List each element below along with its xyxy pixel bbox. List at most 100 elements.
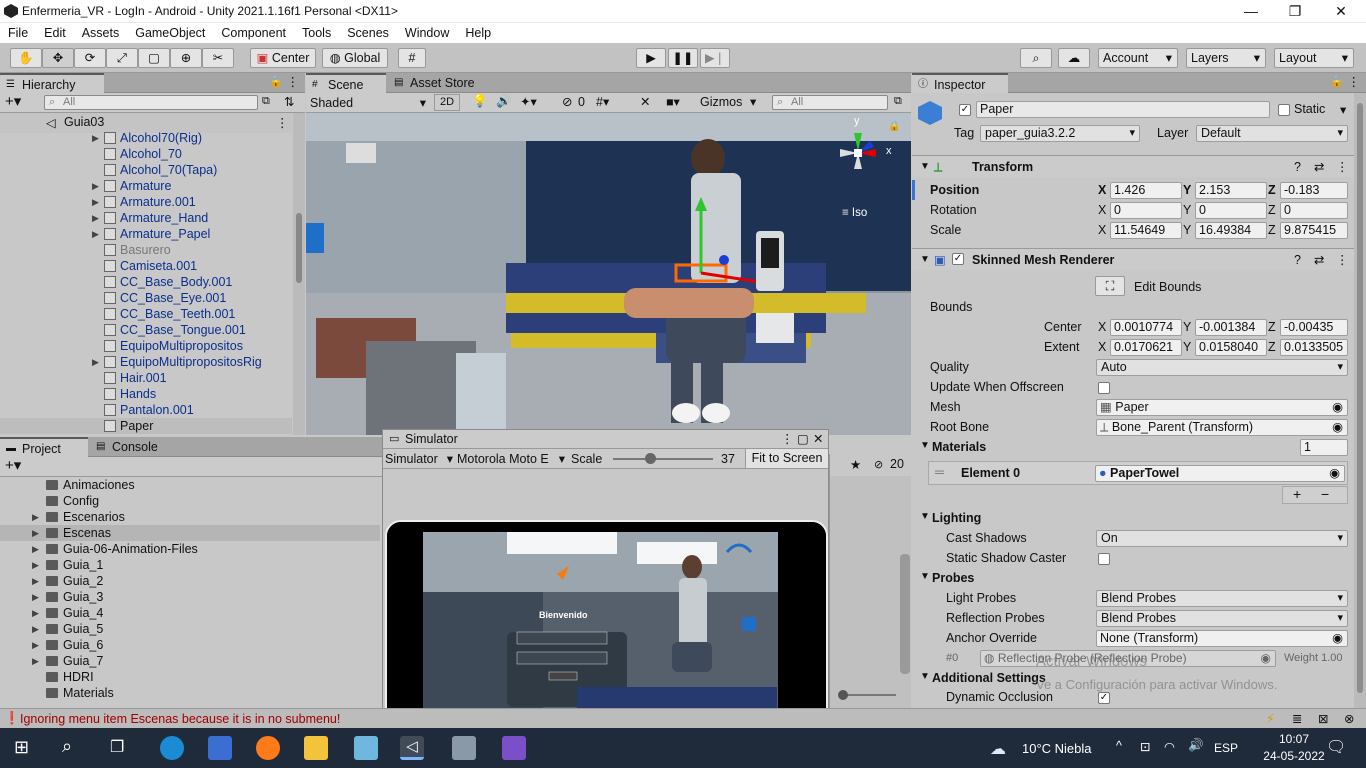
scene-search-input[interactable]: ⌕ All (772, 95, 888, 110)
search-icon[interactable]: ⌕ (1020, 48, 1052, 68)
menu-help[interactable]: Help (457, 23, 499, 43)
status-message[interactable]: Ignoring menu item Escenas because it is… (20, 712, 340, 726)
object-picker-icon[interactable]: ◉ (1332, 631, 1343, 646)
hierarchy-item[interactable]: Hands (0, 386, 292, 402)
expand-arrow-icon[interactable]: ▶ (92, 210, 99, 226)
menu-scenes[interactable]: Scenes (339, 23, 397, 43)
effects-icon[interactable]: ✦▾ (520, 94, 537, 109)
menu-assets[interactable]: Assets (74, 23, 128, 43)
hierarchy-search-input[interactable]: ⌕ All (44, 95, 258, 110)
hierarchy-item[interactable]: ▶ EquipoMultipropositosRig (0, 354, 292, 370)
transform-tool-icon[interactable]: ⊕ (170, 48, 202, 68)
camera-icon[interactable]: ■▾ (666, 94, 680, 109)
menu-file[interactable]: File (0, 23, 36, 43)
menu-tools[interactable]: Tools (294, 23, 339, 43)
cast-shadows-dropdown[interactable]: On (1096, 530, 1348, 547)
play-button[interactable]: ▶ (636, 48, 666, 68)
project-folder-item[interactable]: Config (0, 493, 380, 509)
hierarchy-item[interactable]: ▶ Armature_Papel (0, 226, 292, 242)
hierarchy-item[interactable]: Pantalon.001 (0, 402, 292, 418)
lock-icon[interactable]: 🔒 (888, 121, 900, 132)
notification-icon[interactable]: 🗨 (1326, 737, 1346, 757)
audio-icon[interactable]: 🔊 (496, 94, 512, 109)
rotation-y-field[interactable]: 0 (1195, 202, 1267, 219)
scale-slider[interactable] (613, 453, 713, 464)
reflection-probes-dropdown[interactable]: Blend Probes (1096, 610, 1348, 627)
tab-hierarchy[interactable]: ☰ Hierarchy (0, 73, 104, 93)
shading-dropdown[interactable]: Shaded ▾ (310, 95, 426, 111)
expand-arrow-icon[interactable]: ▶ (92, 194, 99, 210)
tab-asset-store[interactable]: ▤ Asset Store (388, 73, 488, 93)
clock-date[interactable]: 24-05-2022 (1258, 749, 1330, 763)
toggle-2d-button[interactable]: 2D (434, 94, 460, 111)
project-folder-item[interactable]: ▶ Guia_4 (0, 605, 380, 621)
sort-icon[interactable]: ⇅ (284, 94, 294, 109)
hierarchy-item[interactable]: CC_Base_Eye.001 (0, 290, 292, 306)
hierarchy-item[interactable]: ▶ Armature (0, 178, 292, 194)
grid-snap-icon[interactable]: # (398, 48, 426, 68)
rotation-x-field[interactable]: 0 (1110, 202, 1182, 219)
simulator-mode-dropdown[interactable]: Simulator ▾ (385, 451, 453, 467)
chevron-down-icon[interactable]: ▾ (750, 94, 756, 109)
project-folder-item[interactable]: Animaciones (0, 477, 380, 493)
expand-arrow-icon[interactable]: ▶ (32, 541, 39, 557)
iso-label[interactable]: ≡ Iso (842, 207, 867, 219)
expand-arrow-icon[interactable]: ▶ (32, 653, 39, 669)
debug-icon[interactable]: ⊠ (1318, 711, 1328, 726)
add-icon[interactable]: +▾ (5, 457, 21, 475)
anchor-override-field[interactable]: None (Transform) ◉ (1096, 630, 1348, 647)
store-icon[interactable] (208, 736, 232, 760)
expand-arrow-icon[interactable]: ▶ (92, 354, 99, 370)
inspector-scrollbar[interactable] (1354, 93, 1366, 708)
expand-arrow-icon[interactable]: ▶ (32, 589, 39, 605)
drag-handle-icon[interactable]: ═ (935, 465, 944, 479)
expand-arrow-icon[interactable]: ▶ (92, 178, 99, 194)
hidden-packages-icon[interactable]: ⊘ (874, 458, 883, 471)
volume-icon[interactable]: 🔊 (1188, 738, 1204, 753)
scale-tool-icon[interactable]: ⤢ (106, 48, 138, 68)
materials-count-field[interactable]: 1 (1300, 439, 1348, 456)
hierarchy-item[interactable]: Hair.001 (0, 370, 292, 386)
zoom-slider-thumb[interactable] (838, 690, 848, 700)
custom-tool-icon[interactable]: ✂ (202, 48, 234, 68)
layer-dropdown[interactable]: Default (1196, 125, 1348, 142)
help-icon[interactable]: ? (1294, 249, 1301, 271)
layers-dropdown[interactable]: Layers ▾ (1186, 48, 1266, 68)
hand-tool-icon[interactable]: ✋ (10, 48, 42, 68)
tag-dropdown[interactable]: paper_guia3.2.2 (980, 125, 1140, 142)
chevron-down-icon[interactable]: ▼ (920, 671, 930, 682)
help-icon[interactable]: ? (1294, 156, 1301, 178)
hierarchy-item[interactable]: CC_Base_Body.001 (0, 274, 292, 290)
edit-bounds-button[interactable]: ⛶ (1095, 276, 1125, 296)
center-z-field[interactable]: -0.00435 (1280, 319, 1348, 336)
menu-window[interactable]: Window (397, 23, 457, 43)
star-icon[interactable]: ★ (850, 457, 861, 472)
wifi-icon[interactable]: ◠ (1164, 739, 1175, 754)
extent-y-field[interactable]: 0.0158040 (1195, 339, 1267, 356)
hierarchy-item[interactable]: Basurero (0, 242, 292, 258)
filter-icon[interactable]: ⧉ (894, 95, 902, 108)
rotation-z-field[interactable]: 0 (1280, 202, 1348, 219)
hierarchy-item[interactable]: Paper (0, 418, 292, 434)
maximize-icon[interactable]: ▢ (797, 431, 809, 446)
search-icon[interactable]: ⌕ (62, 736, 72, 757)
renderer-enabled-checkbox[interactable]: ✓ (952, 253, 964, 265)
expand-arrow-icon[interactable]: ▶ (92, 226, 99, 242)
expand-arrow-icon[interactable]: ▶ (32, 573, 39, 589)
chevron-down-icon[interactable]: ▼ (920, 571, 930, 582)
progress-icon[interactable]: ⚡ (1266, 711, 1275, 726)
scale-x-field[interactable]: 11.54649 (1110, 222, 1182, 239)
static-shadow-checkbox[interactable] (1098, 553, 1110, 565)
hierarchy-item[interactable]: CC_Base_Teeth.001 (0, 306, 292, 322)
hidden-objects-icon[interactable]: ⊘ (562, 94, 572, 109)
light-probes-dropdown[interactable]: Blend Probes (1096, 590, 1348, 607)
transform-header[interactable]: ▼ ⟂ Transform ? ⇄ ⋮ (912, 155, 1354, 177)
scroll-thumb[interactable] (296, 213, 302, 283)
center-x-field[interactable]: 0.0010774 (1110, 319, 1182, 336)
object-picker-icon[interactable]: ◉ (1332, 420, 1343, 435)
hierarchy-scrollbar[interactable] (293, 113, 305, 435)
gizmos-label[interactable]: Gizmos (700, 95, 742, 109)
project-folder-item[interactable]: ▶ Guia_5 (0, 621, 380, 637)
layers-stack-icon[interactable]: ≣ (1292, 711, 1302, 726)
project-folder-item[interactable]: ▶ Guia_2 (0, 573, 380, 589)
